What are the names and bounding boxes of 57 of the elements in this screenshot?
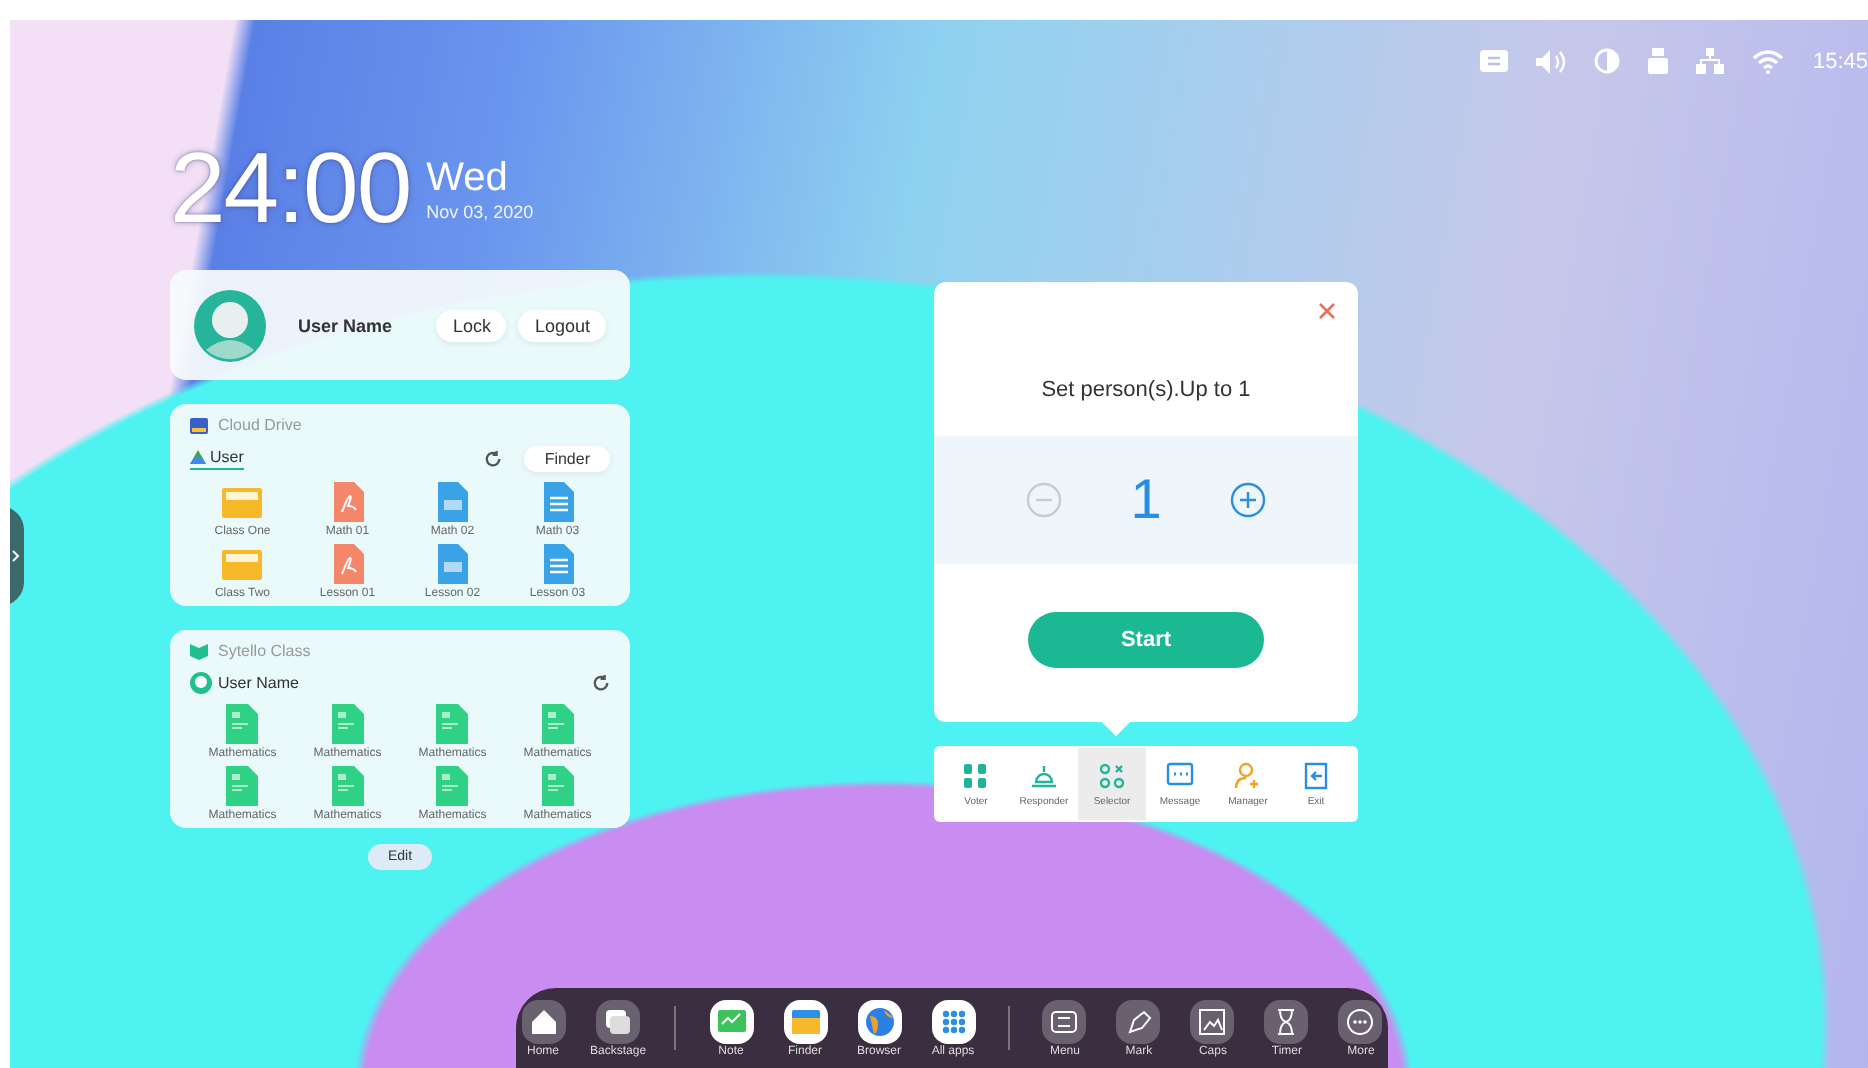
chat-icon [1166, 761, 1194, 789]
add-user-icon [1234, 761, 1262, 789]
apps-grid-icon [931, 999, 975, 1043]
file-icon[interactable] [436, 704, 469, 744]
card-title: Cloud Drive [218, 416, 302, 434]
user-button[interactable]: Logout [518, 309, 606, 341]
image-icon [1190, 999, 1235, 1043]
close-icon[interactable] [1318, 302, 1336, 320]
drive-icon [190, 417, 208, 433]
display-icon[interactable] [1480, 50, 1509, 72]
file-icon[interactable] [432, 544, 473, 584]
file-icon[interactable] [222, 482, 263, 522]
wifi-icon[interactable] [1752, 49, 1785, 73]
network-icon[interactable] [1696, 48, 1725, 74]
refresh-icon[interactable] [592, 674, 610, 692]
file-icon[interactable] [226, 766, 259, 806]
chevron-icon [12, 550, 20, 562]
plus-icon[interactable] [1229, 482, 1266, 518]
windows-icon [596, 999, 641, 1043]
drive-logo-icon [190, 450, 206, 464]
home-icon [521, 999, 566, 1043]
whiteboard-icon [709, 999, 753, 1043]
contrast-icon[interactable] [1594, 48, 1621, 74]
file-icon[interactable] [436, 766, 469, 806]
weekday-label: Wed [426, 155, 510, 201]
user-tab[interactable]: User [190, 448, 244, 470]
file-icon[interactable] [541, 704, 574, 744]
more-icon [1338, 999, 1383, 1043]
finder-button[interactable]: Finder [524, 446, 610, 472]
file-icon[interactable] [432, 482, 473, 522]
avatar-icon [194, 289, 266, 361]
user-button[interactable]: Lock [436, 309, 507, 341]
exit-icon [1302, 761, 1330, 789]
date-label: Nov 03, 2020 [426, 201, 534, 221]
file-icon[interactable] [331, 766, 364, 806]
file-icon[interactable] [331, 704, 364, 744]
hourglass-icon [1264, 999, 1309, 1043]
card-title: Sytello Class [218, 642, 311, 660]
bell-icon [1030, 761, 1058, 789]
user-circle-icon [190, 672, 212, 694]
class-user-name: User Name [218, 674, 299, 692]
pen-icon [1116, 999, 1161, 1043]
refresh-icon[interactable] [484, 450, 503, 468]
dialog-title: Set person(s).Up to 1 [1041, 378, 1251, 402]
menu-icon [1042, 999, 1087, 1043]
globe-icon [857, 999, 901, 1043]
usb-icon[interactable] [1648, 48, 1669, 74]
shapes-icon [1098, 761, 1126, 789]
file-icon[interactable] [226, 704, 259, 744]
status-time: 15:45 [1812, 49, 1868, 73]
volume-icon[interactable] [1536, 49, 1567, 73]
file-icon[interactable] [222, 544, 263, 584]
folder-icon [783, 999, 827, 1043]
user-name: User Name [298, 315, 395, 335]
file-icon[interactable] [541, 766, 574, 806]
book-icon [190, 643, 208, 659]
count-value: 1 [1130, 468, 1162, 532]
